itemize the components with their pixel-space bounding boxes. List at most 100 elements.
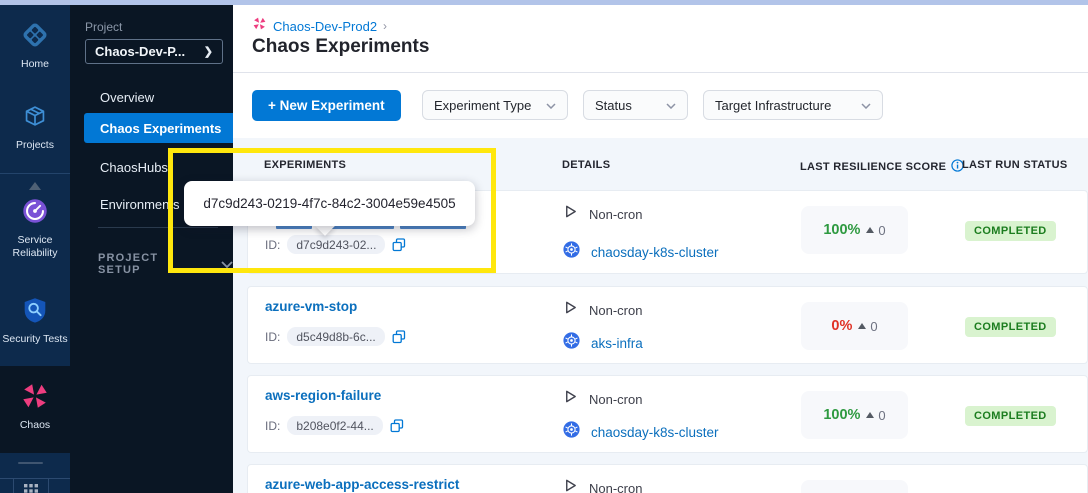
column-header-resilience-score: LAST RESILIENCE SCORE (800, 159, 964, 175)
delta-up-icon (858, 323, 866, 329)
score-value: 100% (823, 222, 860, 238)
project-sidebar: Project Chaos-Dev-P... ❯ Overview Chaos … (70, 5, 233, 493)
delta-value: 0 (870, 319, 877, 334)
schedule-label: Non-cron (589, 392, 642, 407)
dock-border (0, 478, 70, 479)
breadcrumb-separator: › (383, 19, 387, 33)
score-value: 100% (823, 407, 860, 423)
kubernetes-icon (563, 332, 580, 354)
sidebar-item-chaos-experiments[interactable]: Chaos Experiments (84, 113, 233, 143)
delta-value: 0 (878, 408, 885, 423)
score-delta: 0 (866, 408, 885, 423)
rail-item-label: Security Tests (2, 333, 67, 346)
rail-item-security-tests[interactable]: Security Tests (0, 295, 70, 346)
id-label: ID: (265, 238, 280, 252)
filter-label: Target Infrastructure (715, 98, 831, 113)
sidebar-divider (98, 227, 218, 228)
experiment-row[interactable]: azure-vm-stop ID: d5c49d8b-6c... Non-cro… (247, 286, 1088, 364)
chaos-icon (20, 381, 50, 416)
play-icon (563, 389, 578, 409)
rail-item-projects[interactable]: Projects (0, 101, 70, 152)
experiment-name-link[interactable]: azure-vm-stop (265, 299, 357, 314)
resilience-score-box (801, 480, 908, 493)
column-header-experiments: EXPERIMENTS (264, 159, 346, 171)
project-setup-label: PROJECT SETUP (98, 252, 183, 276)
kubernetes-icon (563, 241, 580, 263)
project-selector[interactable]: Chaos-Dev-P... ❯ (85, 39, 223, 64)
sidebar-item-chaoshubs[interactable]: ChaosHubs (100, 160, 168, 175)
infra-line: aks-infra (563, 332, 643, 354)
sidebar-item-label: Chaos Experiments (100, 121, 221, 136)
infrastructure-link[interactable]: aks-infra (591, 336, 643, 351)
score-delta: 0 (858, 319, 877, 334)
resilience-score-box: 100% 0 (801, 391, 908, 439)
experiment-id-pill: d7c9d243-02... (287, 235, 385, 254)
rail-drag-handle (18, 462, 43, 464)
infrastructure-link[interactable]: chaosday-k8s-cluster (591, 245, 719, 260)
score-delta: 0 (866, 223, 885, 238)
rail-item-label: Projects (16, 139, 54, 152)
status-filter[interactable]: Status (583, 90, 688, 120)
chaos-module-icon (252, 16, 267, 36)
column-header-details: DETAILS (562, 159, 610, 171)
experiment-id-line: ID: d5c49d8b-6c... (265, 327, 406, 346)
kubernetes-icon (563, 421, 580, 443)
resilience-score-box: 100% 0 (801, 206, 908, 254)
experiment-id-line: ID: d7c9d243-02... (265, 235, 406, 254)
id-label: ID: (265, 330, 280, 344)
projects-icon (20, 101, 50, 136)
copy-icon[interactable] (390, 419, 404, 433)
column-header-label: LAST RESILIENCE SCORE (800, 161, 946, 173)
sidebar-item-environments[interactable]: Environments (100, 197, 179, 212)
delta-up-icon (866, 412, 874, 418)
main-content: Chaos-Dev-Prod2 › Chaos Experiments + Ne… (233, 5, 1088, 493)
project-selector-value: Chaos-Dev-P... (95, 44, 185, 59)
experiment-id-line: ID: b208e0f2-44... (265, 416, 404, 435)
chevron-down-icon (546, 96, 556, 114)
copy-icon[interactable] (392, 238, 406, 252)
app-window: Home Projects Service Reliability Securi… (0, 0, 1088, 493)
play-icon (563, 204, 578, 224)
module-picker-grid-icon[interactable] (24, 484, 38, 493)
project-setup-toggle[interactable]: PROJECT SETUP (98, 252, 233, 276)
experiment-id-pill: b208e0f2-44... (287, 416, 382, 435)
infra-line: chaosday-k8s-cluster (563, 421, 719, 443)
schedule-line: Non-cron (563, 300, 642, 320)
schedule-label: Non-cron (589, 481, 642, 493)
experiment-id-pill: d5c49d8b-6c... (287, 327, 384, 346)
experiment-name-link[interactable]: aws-region-failure (265, 388, 381, 403)
filter-label: Experiment Type (434, 98, 531, 113)
scroll-up-icon[interactable] (29, 182, 41, 190)
schedule-label: Non-cron (589, 207, 642, 222)
play-icon (563, 478, 578, 493)
chevron-right-icon: ❯ (204, 45, 213, 58)
delta-up-icon (866, 227, 874, 233)
rail-item-home[interactable]: Home (0, 20, 70, 71)
sidebar-item-overview[interactable]: Overview (100, 90, 154, 105)
rail-item-label: Home (21, 58, 49, 71)
schedule-line: Non-cron (563, 478, 642, 493)
schedule-label: Non-cron (589, 303, 642, 318)
delta-value: 0 (878, 223, 885, 238)
infrastructure-link[interactable]: chaosday-k8s-cluster (591, 425, 719, 440)
schedule-line: Non-cron (563, 204, 642, 224)
service-reliability-icon (20, 196, 50, 231)
new-experiment-button[interactable]: + New Experiment (252, 90, 401, 121)
security-tests-icon (20, 295, 50, 330)
breadcrumb-project-link[interactable]: Chaos-Dev-Prod2 (273, 19, 377, 34)
dock-border (13, 478, 14, 493)
rail-item-chaos[interactable]: Chaos (0, 381, 70, 432)
chevron-down-icon (666, 96, 676, 114)
rail-item-service-reliability[interactable]: Service Reliability (0, 196, 70, 260)
experiment-type-filter[interactable]: Experiment Type (422, 90, 568, 120)
experiment-row[interactable]: aws-region-failure ID: b208e0f2-44... No… (247, 375, 1088, 453)
score-value: 0% (831, 318, 852, 334)
experiment-name-link[interactable]: azure-web-app-access-restrict (265, 477, 459, 492)
copy-icon[interactable] (392, 330, 406, 344)
rail-item-label: Service Reliability (4, 234, 66, 260)
play-icon (563, 300, 578, 320)
experiment-row[interactable]: azure-web-app-access-restrict Non-cron C… (247, 464, 1088, 493)
target-infrastructure-filter[interactable]: Target Infrastructure (703, 90, 883, 120)
page-title: Chaos Experiments (252, 36, 429, 58)
run-status-badge: COMPLETED (965, 406, 1056, 426)
